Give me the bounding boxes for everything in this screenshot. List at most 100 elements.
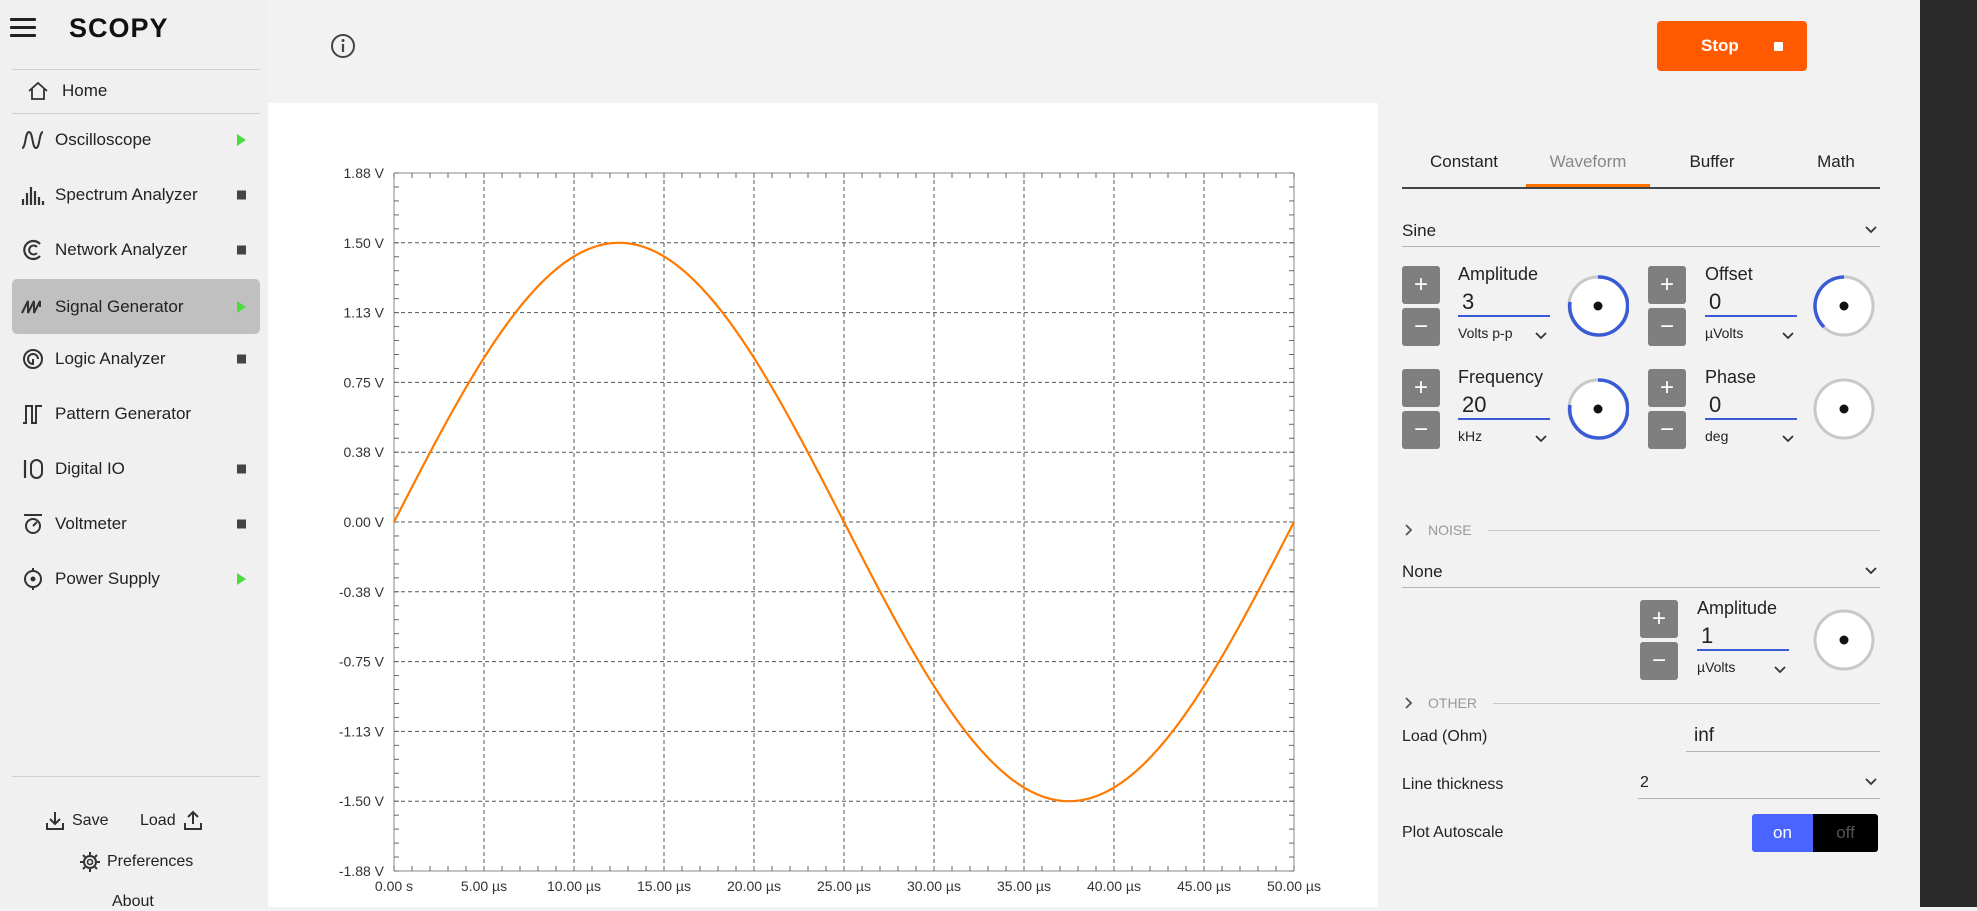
plot-autoscale-label: Plot Autoscale (1402, 824, 1504, 841)
preferences-label: Preferences (107, 853, 194, 870)
signal-generator-icon (19, 294, 47, 320)
sidebar-item-label: Logic Analyzer (55, 349, 166, 368)
chevron-down-icon (1782, 332, 1794, 340)
plot-area[interactable]: 1.88 V 1.50 V 1.13 V 0.75 V 0.38 V 0.00 V -0.3… (268, 103, 1378, 907)
noise-amplitude-plus-button[interactable]: + (1640, 600, 1678, 638)
noise-amplitude-input[interactable]: 1 (1697, 623, 1789, 651)
other-section-header[interactable]: OTHER (1402, 693, 1880, 713)
load-input[interactable]: inf (1686, 720, 1880, 752)
divider (1487, 529, 1880, 531)
divider (12, 69, 260, 70)
noise-type-select[interactable]: None (1402, 556, 1880, 588)
offset-minus-button[interactable]: − (1648, 308, 1686, 346)
tab-waveform[interactable]: Waveform (1526, 139, 1650, 187)
preferences-button[interactable]: Preferences (73, 851, 193, 873)
power-supply-icon (19, 566, 47, 592)
load-button[interactable]: Load (140, 810, 210, 832)
amplitude-plus-button[interactable]: + (1402, 266, 1440, 304)
toggle-off-option[interactable]: off (1813, 814, 1878, 852)
info-icon[interactable] (330, 33, 356, 59)
sidebar-item-digital-io[interactable]: Digital IO (12, 444, 260, 494)
amplitude-input[interactable]: 3 (1458, 289, 1550, 317)
sidebar-item-label: Network Analyzer (55, 240, 188, 259)
y-tick-label: 0.38 V (344, 444, 385, 460)
chevron-down-icon (1535, 435, 1547, 443)
offset-knob[interactable] (1813, 275, 1875, 337)
tab-math[interactable]: Math (1774, 139, 1898, 185)
plot-autoscale-toggle[interactable]: on off (1752, 814, 1878, 852)
home-button[interactable]: Home (26, 78, 107, 104)
noise-amplitude-unit-select[interactable]: µVolts (1697, 659, 1789, 681)
settings-panel: Constant Waveform Buffer Math Sine + − A… (1378, 103, 1920, 907)
noise-section-header[interactable]: NOISE (1402, 520, 1880, 540)
divider (12, 776, 260, 777)
tab-buffer[interactable]: Buffer (1650, 139, 1774, 185)
amplitude-knob[interactable] (1567, 275, 1629, 337)
stop-status-icon (237, 519, 246, 529)
about-button[interactable]: About (112, 893, 154, 911)
x-tick-label: 10.00 µs (547, 878, 601, 894)
noise-amplitude-minus-button[interactable]: − (1640, 642, 1678, 680)
y-tick-label: 1.88 V (344, 165, 385, 181)
tab-constant[interactable]: Constant (1402, 139, 1526, 185)
phase-knob[interactable] (1813, 378, 1875, 440)
frequency-minus-button[interactable]: − (1402, 411, 1440, 449)
x-tick-label: 20.00 µs (727, 878, 781, 894)
sidebar-item-logic-analyzer[interactable]: Logic Analyzer (12, 334, 260, 384)
chevron-down-icon (1782, 435, 1794, 443)
phase-plus-button[interactable]: + (1648, 369, 1686, 407)
sidebar-item-oscilloscope[interactable]: Oscilloscope (12, 115, 260, 165)
sidebar-item-pattern-generator[interactable]: Pattern Generator (12, 389, 260, 439)
chevron-down-icon (1865, 226, 1877, 234)
amplitude-minus-button[interactable]: − (1402, 308, 1440, 346)
spectrum-analyzer-icon (19, 182, 47, 208)
noise-amplitude-knob[interactable] (1813, 609, 1875, 671)
chevron-right-icon (1405, 697, 1413, 709)
frequency-plus-button[interactable]: + (1402, 369, 1440, 407)
waveform-type-value: Sine (1402, 220, 1437, 240)
sidebar-item-label: Oscilloscope (55, 130, 152, 149)
phase-minus-button[interactable]: − (1648, 411, 1686, 449)
offset-unit-select[interactable]: µVolts (1705, 325, 1797, 347)
home-icon (28, 81, 48, 100)
run-status-icon (237, 573, 246, 585)
y-tick-label: 0.75 V (344, 374, 385, 390)
frequency-input[interactable]: 20 (1458, 392, 1550, 420)
stop-button[interactable]: Stop (1657, 21, 1807, 71)
signal-plot[interactable]: 1.88 V 1.50 V 1.13 V 0.75 V 0.38 V 0.00 V -0.3… (268, 103, 1378, 907)
frequency-unit-select[interactable]: kHz (1458, 428, 1550, 450)
x-tick-label: 35.00 µs (997, 878, 1051, 894)
offset-plus-button[interactable]: + (1648, 266, 1686, 304)
line-thickness-select[interactable]: 2 (1638, 767, 1880, 799)
noise-header-label: NOISE (1428, 522, 1472, 538)
noise-amplitude-label: Amplitude (1697, 598, 1778, 618)
sidebar-item-spectrum-analyzer[interactable]: Spectrum Analyzer (12, 170, 260, 220)
toggle-on-option[interactable]: on (1752, 814, 1813, 852)
line-thickness-label: Line thickness (1402, 776, 1504, 793)
sidebar-item-label: Signal Generator (55, 296, 184, 316)
phase-unit-select[interactable]: deg (1705, 428, 1797, 450)
run-status-icon (237, 134, 246, 146)
hamburger-menu-icon[interactable] (10, 18, 36, 40)
gear-icon (80, 852, 100, 872)
home-label: Home (62, 81, 108, 100)
waveform-type-select[interactable]: Sine (1402, 215, 1880, 247)
y-tick-label: 0.00 V (344, 514, 385, 530)
y-tick-label: -0.38 V (339, 584, 385, 600)
sidebar-item-network-analyzer[interactable]: Network Analyzer (12, 225, 260, 275)
logic-analyzer-icon (19, 346, 47, 372)
sidebar-item-voltmeter[interactable]: Voltmeter (12, 499, 260, 549)
frequency-knob[interactable] (1567, 378, 1629, 440)
x-tick-label: 5.00 µs (461, 878, 507, 894)
save-button[interactable]: Save (38, 810, 108, 832)
sidebar-item-signal-generator[interactable]: Signal Generator (12, 279, 260, 334)
x-tick-label: 45.00 µs (1177, 878, 1231, 894)
offset-input[interactable]: 0 (1705, 289, 1797, 317)
stop-label: Stop (1701, 36, 1739, 55)
phase-input[interactable]: 0 (1705, 392, 1797, 420)
sidebar-item-label: Digital IO (55, 459, 125, 478)
sidebar-item-power-supply[interactable]: Power Supply (12, 554, 260, 604)
sidebar-item-label: Voltmeter (55, 514, 127, 533)
stop-status-icon (237, 190, 246, 200)
amplitude-unit-select[interactable]: Volts p-p (1458, 325, 1550, 347)
